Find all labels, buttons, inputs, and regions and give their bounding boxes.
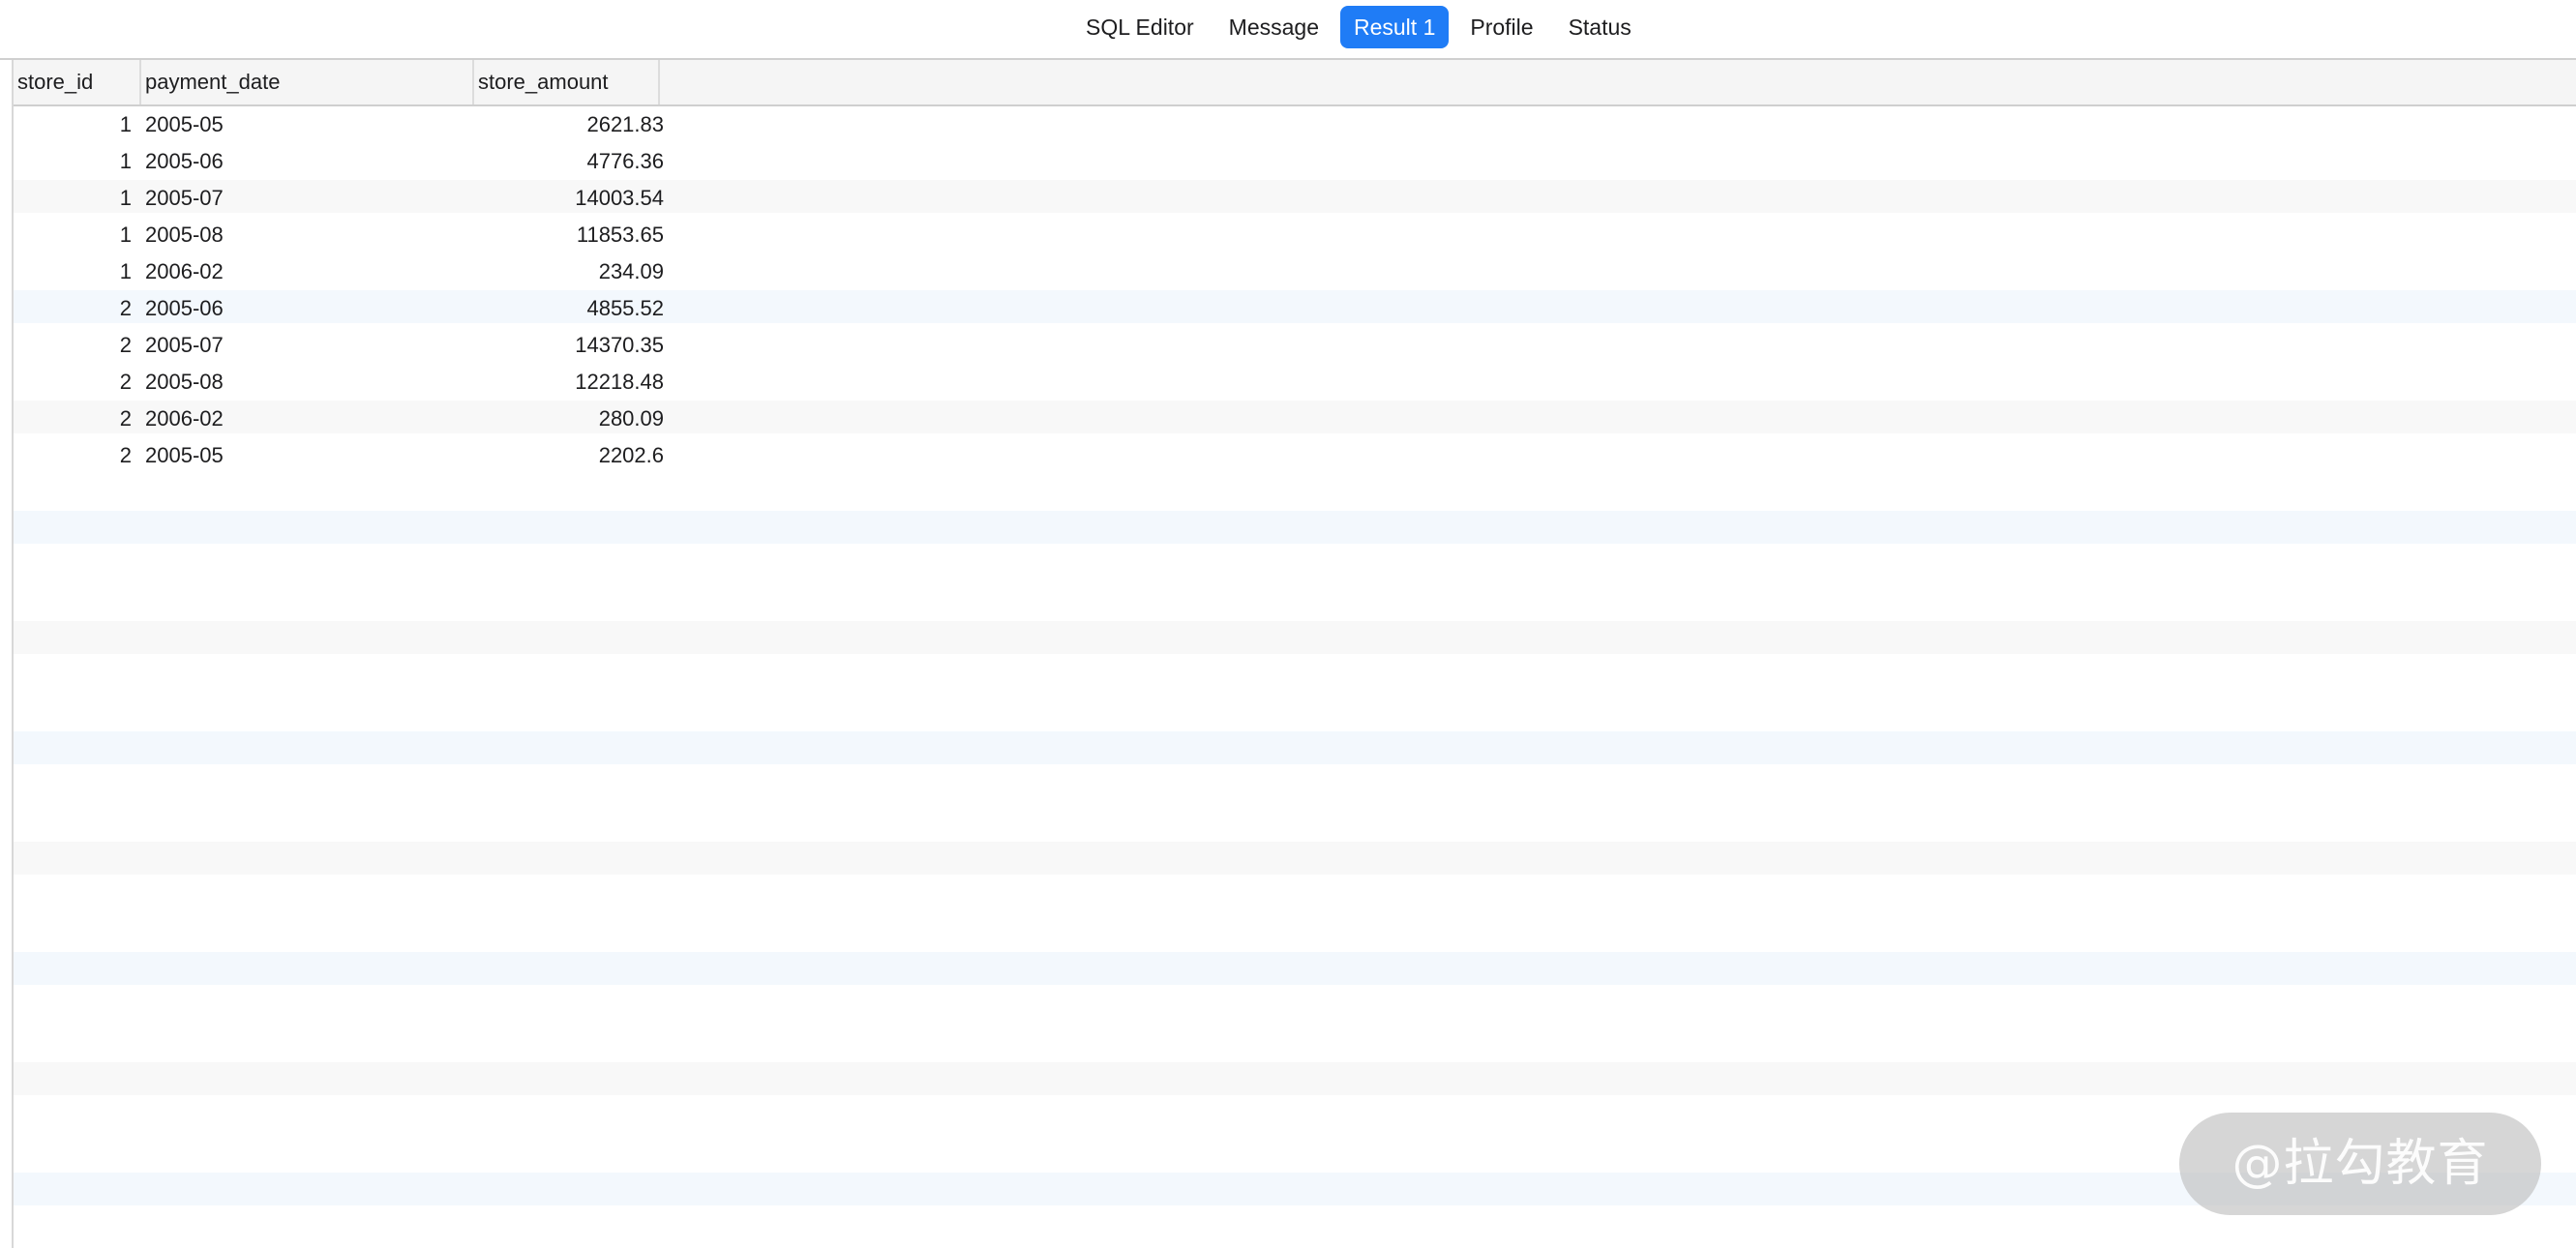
cell-store-amount[interactable]: 4776.36 [474,143,666,180]
cell-payment-date[interactable]: 2005-07 [145,327,474,364]
column-header-store-id[interactable]: store_id [14,60,141,104]
table-row[interactable]: 1 2005-07 14003.54 [14,180,2576,217]
stripe [14,952,2576,985]
table-row[interactable]: 2 2005-06 4855.52 [14,290,2576,327]
cell-store-id[interactable]: 1 [14,217,135,253]
table-row[interactable]: 1 2005-05 2621.83 [14,106,2576,143]
tab-bar: SQL Editor Message Result 1 Profile Stat… [0,0,2576,60]
cell-store-id[interactable]: 2 [14,437,135,474]
cell-payment-date[interactable]: 2005-08 [145,364,474,401]
cell-payment-date[interactable]: 2005-08 [145,217,474,253]
stripe [14,842,2576,875]
table-row[interactable]: 1 2005-06 4776.36 [14,143,2576,180]
watermark: @拉勾教育 [2179,1113,2541,1215]
cell-store-id[interactable]: 2 [14,290,135,327]
cell-store-amount[interactable]: 2202.6 [474,437,666,474]
table-row[interactable]: 1 2006-02 234.09 [14,253,2576,290]
stripe [14,621,2576,654]
cell-store-amount[interactable]: 4855.52 [474,290,666,327]
cell-payment-date[interactable]: 2005-06 [145,143,474,180]
cell-store-id[interactable]: 1 [14,106,135,143]
cell-store-amount[interactable]: 234.09 [474,253,666,290]
table-row[interactable]: 2 2005-05 2202.6 [14,437,2576,474]
grid-header: store_id payment_date store_amount [14,60,2576,106]
cell-payment-date[interactable]: 2005-07 [145,180,474,217]
tab-sql-editor[interactable]: SQL Editor [1072,6,1208,48]
cell-store-id[interactable]: 1 [14,253,135,290]
tab-result-1[interactable]: Result 1 [1339,6,1450,48]
tab-status[interactable]: Status [1555,6,1645,48]
cell-payment-date[interactable]: 2005-05 [145,437,474,474]
cell-store-id[interactable]: 2 [14,401,135,437]
cell-store-id[interactable]: 2 [14,327,135,364]
cell-store-amount[interactable]: 2621.83 [474,106,666,143]
cell-store-id[interactable]: 1 [14,180,135,217]
tab-list: SQL Editor Message Result 1 Profile Stat… [1068,6,1649,48]
table-row[interactable]: 2 2005-08 12218.48 [14,364,2576,401]
table-row[interactable]: 2 2006-02 280.09 [14,401,2576,437]
cell-store-amount[interactable]: 280.09 [474,401,666,437]
cell-payment-date[interactable]: 2005-06 [145,290,474,327]
table-row[interactable]: 1 2005-08 11853.65 [14,217,2576,253]
table-row[interactable]: 2 2005-07 14370.35 [14,327,2576,364]
cell-payment-date[interactable]: 2006-02 [145,401,474,437]
cell-store-amount[interactable]: 11853.65 [474,217,666,253]
cell-store-amount[interactable]: 14003.54 [474,180,666,217]
cell-payment-date[interactable]: 2005-05 [145,106,474,143]
cell-payment-date[interactable]: 2006-02 [145,253,474,290]
column-header-store-amount[interactable]: store_amount [474,60,660,104]
tab-profile[interactable]: Profile [1456,6,1546,48]
column-header-payment-date[interactable]: payment_date [141,60,474,104]
stripe [14,731,2576,764]
result-grid[interactable]: store_id payment_date store_amount 1 200… [12,60,2576,1248]
stripe [14,511,2576,544]
cell-store-id[interactable]: 2 [14,364,135,401]
cell-store-amount[interactable]: 14370.35 [474,327,666,364]
cell-store-id[interactable]: 1 [14,143,135,180]
cell-store-amount[interactable]: 12218.48 [474,364,666,401]
stripe [14,1062,2576,1095]
tab-message[interactable]: Message [1215,6,1333,48]
